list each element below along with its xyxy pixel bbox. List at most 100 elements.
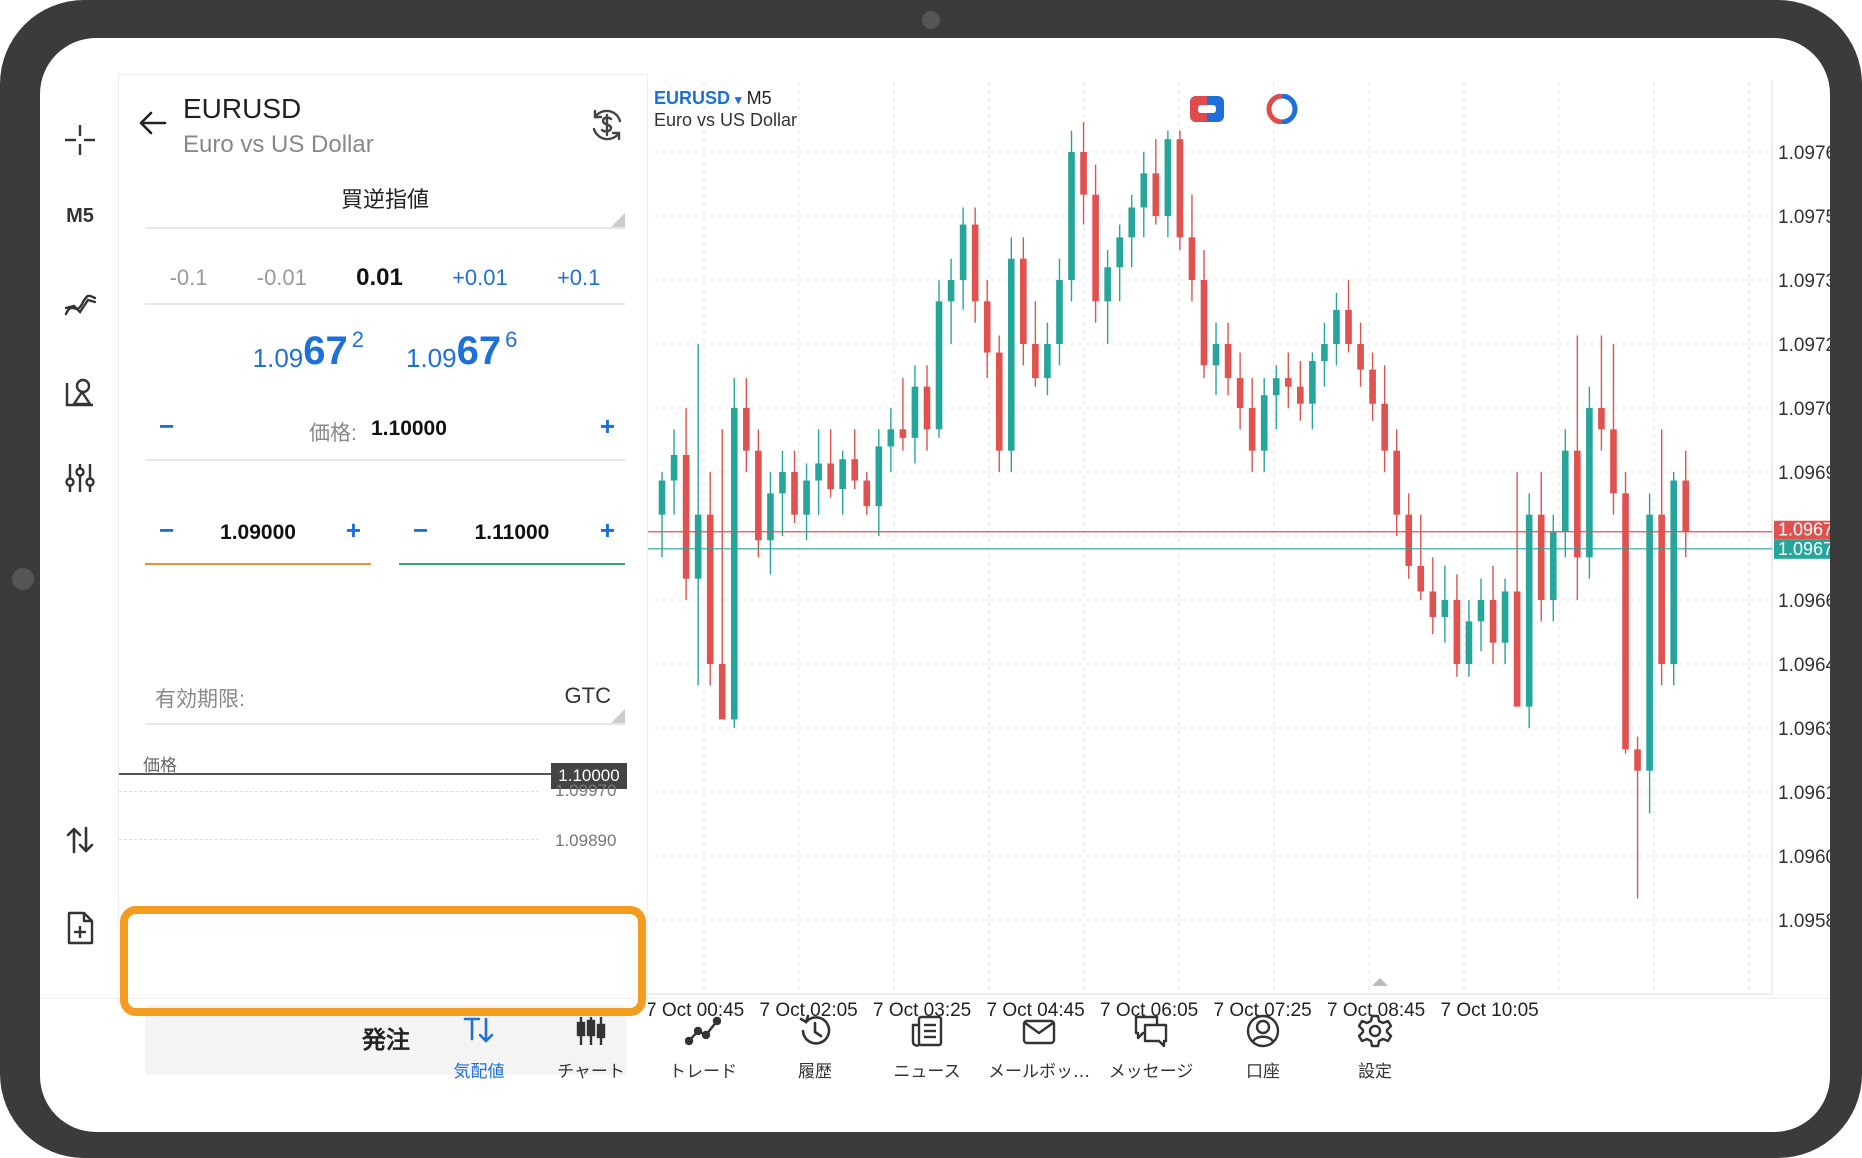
candle-body [779,472,786,494]
mini-chart-level: 1.09890 [555,831,617,850]
nav-mailbox[interactable]: メールボッ… [984,1013,1094,1093]
nav-chart[interactable]: チャート [536,1013,646,1093]
take-profit-input[interactable]: 1.11000 [399,521,625,545]
candle-body [1309,361,1316,404]
change-symbol-icon[interactable] [587,105,627,145]
nav-news[interactable]: ニュース [872,1013,982,1093]
scroll-marker-icon[interactable] [1372,978,1388,986]
candle-body [1513,591,1521,707]
candle-body [959,224,967,280]
settings-sliders-icon [65,464,95,492]
candle-body [1284,378,1292,387]
candle-body [1176,139,1184,238]
price-axis-label: 1.09645 [1778,655,1830,676]
chart-settings-button[interactable] [48,450,112,506]
candle-body [1441,600,1449,618]
news-icon [911,1015,943,1047]
chart-description: Euro vs US Dollar [654,110,798,130]
tp-plus-button[interactable]: + [600,515,615,546]
order-type-select[interactable]: 買逆指値 [145,179,625,229]
nav-label: チャート [557,1062,625,1082]
candle-body [1248,408,1256,451]
back-arrow-icon[interactable] [137,107,169,139]
mini-chart-level: 1.09970 [555,781,617,800]
nav-label: ニュース [893,1062,961,1082]
timeframe-button[interactable]: M5 [48,188,112,244]
bid-price-tag: 1.09672 [1778,539,1830,559]
candle-body [1128,207,1136,238]
indicators-icon [64,294,97,316]
sl-plus-button[interactable]: + [346,515,361,546]
candle-body [1140,173,1148,208]
trade-arrows-icon [66,826,94,854]
candle-body [863,480,871,507]
nav-account[interactable]: 口座 [1208,1013,1318,1093]
new-order-button[interactable] [48,900,112,956]
front-camera [922,11,940,29]
price-chart[interactable]: 1.09765 1.09750 1.09735 1.09720 1.09705 1.096… [648,74,1830,1034]
volume-value[interactable]: 0.01 [348,264,411,292]
chart-toolbar: M5 [40,38,118,1038]
volume-plus-0-01-button[interactable]: +0.01 [444,265,516,291]
candle-body [1297,386,1304,404]
quote-prices: 1.09 67 2 1.09 67 6 [145,325,625,395]
nav-trade[interactable]: トレード [648,1013,758,1093]
chart-symbol-header[interactable]: EURUSD ▾ M5 [654,88,772,109]
candle-body [911,386,919,438]
price-axis-label: 1.09600 [1778,847,1830,868]
candle-body [1646,514,1653,771]
mini-chart-gridline [119,839,539,840]
mailbox-icon [1022,1019,1056,1045]
candle-body [755,450,762,541]
nav-quotes[interactable]: 気配値 [424,1013,534,1093]
ask-price-point: 6 [505,327,518,352]
one-click-trading-icon[interactable] [1190,96,1224,122]
nav-label: 設定 [1358,1062,1392,1082]
price-input[interactable]: 1.10000 [371,417,447,441]
indicators-button[interactable] [48,276,112,332]
dropdown-corner-icon [611,213,625,227]
stop-loss-field: − 1.09000 + [145,509,371,565]
nav-messages[interactable]: メッセージ [1096,1013,1206,1093]
price-axis-label: 1.09765 [1778,143,1830,164]
candle-body [1032,344,1039,379]
candle-body [1092,194,1099,302]
trade-button[interactable] [48,812,112,868]
volume-minus-0-01-button[interactable]: -0.01 [249,265,315,291]
candle-body [1068,152,1075,280]
candle-body [730,408,738,720]
bottom-navigation: 気配値 チャート トレード 履歴 ニュース メールボッ… メッセージ 口座 設定 [40,998,1830,1132]
new-order-icon [67,911,94,945]
volume-plus-0-1-button[interactable]: +0.1 [549,265,608,291]
order-symbol-description: Euro vs US Dollar [183,131,374,158]
crosshair-icon [65,125,95,155]
price-minus-button[interactable]: − [159,411,174,442]
expiry-value: GTC [564,683,611,708]
candle-body [1104,267,1111,302]
candle-body [1152,173,1160,216]
price-axis-label: 1.09690 [1778,463,1830,484]
candle-body [658,480,666,515]
tablet-frame: M5 EURUSD Euro vs US Dollar 買逆指値 -0.1 -0… [0,0,1862,1158]
candlestick-chart[interactable]: 1.09765 1.09750 1.09735 1.09720 1.09705 1.096… [648,74,1830,1034]
price-label: 価格: [309,422,357,445]
candle-body [1272,378,1280,396]
signal-indicator-icon[interactable] [1266,94,1298,124]
price-plus-button[interactable]: + [600,411,615,442]
crosshair-button[interactable] [48,112,112,168]
candle-body [971,224,979,302]
candle-body [1020,258,1027,344]
expiry-select[interactable]: 有効期限: GTC [145,675,625,725]
nav-settings[interactable]: 設定 [1320,1013,1430,1093]
candle-body [1393,450,1401,515]
nav-label: 気配値 [453,1062,505,1082]
bid-price: 1.09 67 2 [253,325,364,395]
nav-history[interactable]: 履歴 [760,1013,870,1093]
candle-body [1477,600,1485,622]
candle-body [1321,344,1328,362]
price-axis-label: 1.09585 [1778,911,1830,932]
stop-loss-input[interactable]: 1.09000 [145,521,371,545]
volume-minus-0-1-button[interactable]: -0.1 [162,265,216,291]
objects-button[interactable] [48,364,112,420]
order-price-line[interactable] [119,773,551,775]
